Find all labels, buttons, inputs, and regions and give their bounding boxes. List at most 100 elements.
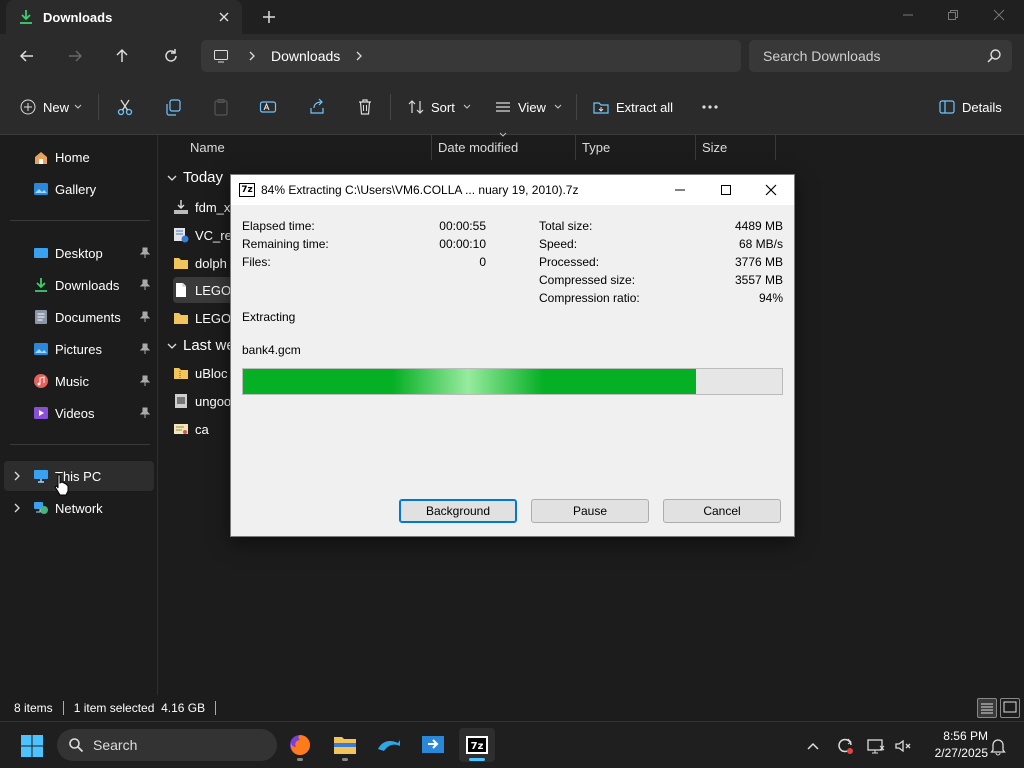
notification-bell-icon[interactable] <box>988 736 1008 756</box>
close-window-button[interactable] <box>985 4 1013 26</box>
sidebar-item-gallery[interactable]: Gallery <box>4 174 154 204</box>
chevron-right-icon[interactable] <box>12 470 22 482</box>
elapsed-time-label: Elapsed time: <box>242 219 315 233</box>
refresh-button[interactable] <box>159 44 183 68</box>
taskbar-app-dolphin[interactable] <box>371 728 407 762</box>
cancel-button[interactable]: Cancel <box>663 499 781 523</box>
svg-text:7z: 7z <box>471 741 484 752</box>
column-header-size[interactable]: Size <box>696 135 776 160</box>
file-name: ungoo <box>195 393 232 409</box>
list-item[interactable]: dolph <box>173 250 237 276</box>
details-view-button[interactable] <box>977 698 997 718</box>
background-button[interactable]: Background <box>399 499 517 523</box>
new-tab-icon[interactable] <box>258 6 280 28</box>
sidebar-item-videos[interactable]: Videos <box>4 398 154 428</box>
dialog-minimize-button[interactable] <box>657 175 703 205</box>
chevron-right-icon[interactable] <box>247 50 257 62</box>
network-status-icon[interactable] <box>866 736 886 756</box>
tab-downloads[interactable]: Downloads <box>6 0 242 34</box>
column-header-name[interactable]: Name <box>184 135 432 160</box>
sidebar-item-documents[interactable]: Documents <box>4 302 154 332</box>
forward-button[interactable] <box>63 44 87 68</box>
list-item[interactable]: LEGO <box>173 277 237 303</box>
list-item[interactable]: LEGO <box>173 305 237 331</box>
address-bar[interactable]: Downloads <box>201 40 741 72</box>
minimize-button[interactable] <box>894 4 922 26</box>
group-header-last-week[interactable]: Last we <box>167 337 235 354</box>
maximize-button[interactable] <box>939 4 967 26</box>
mouse-cursor-icon <box>54 473 69 496</box>
tiles-view-button[interactable] <box>1000 698 1020 718</box>
sync-icon[interactable] <box>835 736 855 756</box>
view-button[interactable]: View <box>495 94 562 120</box>
taskbar-app-firefox[interactable] <box>282 728 318 762</box>
search-input[interactable]: Search Downloads <box>749 40 1012 72</box>
pause-button[interactable]: Pause <box>531 499 649 523</box>
taskbar-app-remote[interactable] <box>415 728 451 762</box>
up-button[interactable] <box>110 44 134 68</box>
running-indicator <box>342 758 348 761</box>
group-header-today[interactable]: Today <box>167 169 223 186</box>
search-placeholder: Search Downloads <box>763 48 881 64</box>
taskbar-search[interactable]: Search <box>57 729 277 761</box>
close-tab-icon[interactable] <box>214 7 234 27</box>
dialog-titlebar[interactable]: 7z 84% Extracting C:\Users\VM6.COLLA ...… <box>231 175 794 205</box>
dialog-close-button[interactable] <box>748 175 794 205</box>
new-button[interactable]: New <box>20 94 82 120</box>
downloads-icon <box>35 278 47 292</box>
list-item[interactable]: uBloc <box>173 360 237 386</box>
list-item[interactable]: ungoo <box>173 388 237 414</box>
sidebar-item-this-pc[interactable]: This PC <box>4 461 154 491</box>
column-label: Date modified <box>438 140 519 155</box>
taskbar-app-file-explorer[interactable] <box>327 728 363 762</box>
extract-all-label: Extract all <box>616 99 674 115</box>
extract-all-button[interactable]: Extract all <box>593 94 673 120</box>
sidebar-item-desktop[interactable]: Desktop <box>4 238 154 268</box>
column-header-type[interactable]: Type <box>576 135 696 160</box>
start-button[interactable] <box>20 734 44 758</box>
details-button[interactable]: Details <box>939 94 1002 120</box>
sidebar-item-home[interactable]: Home <box>4 142 154 172</box>
sidebar-item-network[interactable]: Network <box>4 493 154 523</box>
copy-button[interactable] <box>164 94 189 120</box>
delete-button[interactable] <box>356 94 381 120</box>
total-size-label: Total size: <box>539 219 593 233</box>
pictures-icon <box>34 343 48 355</box>
navigation-row: Downloads Search Downloads <box>0 34 1024 78</box>
sidebar-item-downloads[interactable]: Downloads <box>4 270 154 300</box>
list-item[interactable]: fdm_x <box>173 194 237 220</box>
more-options-button[interactable] <box>701 94 726 120</box>
volume-muted-icon[interactable] <box>893 736 913 756</box>
back-button[interactable] <box>15 44 39 68</box>
system-clock[interactable]: 8:56 PM 2/27/2025 <box>916 728 988 762</box>
sidebar-item-pictures[interactable]: Pictures <box>4 334 154 364</box>
desktop-icon <box>34 248 48 258</box>
divider <box>10 220 150 221</box>
search-icon <box>69 738 84 753</box>
list-item[interactable]: VC_re <box>173 222 237 248</box>
sidebar-item-music[interactable]: Music <box>4 366 154 396</box>
progress-glow <box>393 369 543 394</box>
column-header-date-modified[interactable]: Date modified <box>432 132 576 160</box>
chevron-up-icon[interactable] <box>803 736 823 756</box>
paste-button[interactable] <box>212 94 237 120</box>
documents-icon <box>35 310 47 324</box>
details-view-icon <box>981 703 993 714</box>
list-item[interactable]: ca <box>173 416 237 442</box>
home-icon <box>35 152 47 164</box>
chevron-right-icon[interactable] <box>12 502 22 514</box>
sort-button[interactable]: Sort <box>408 94 471 120</box>
taskbar-app-7zip[interactable]: 7z <box>459 728 495 762</box>
restore-icon <box>948 10 958 20</box>
processed-label: Processed: <box>539 255 600 269</box>
dialog-maximize-button[interactable] <box>703 175 749 205</box>
breadcrumb-downloads[interactable]: Downloads <box>271 48 340 64</box>
view-label: View <box>518 99 546 115</box>
divider <box>215 701 217 715</box>
rename-button[interactable] <box>259 94 284 120</box>
cut-button[interactable] <box>116 94 141 120</box>
share-button[interactable] <box>308 94 333 120</box>
chevron-right-icon[interactable] <box>354 50 364 62</box>
sort-icon <box>408 100 424 114</box>
compression-ratio-label: Compression ratio: <box>539 291 640 305</box>
